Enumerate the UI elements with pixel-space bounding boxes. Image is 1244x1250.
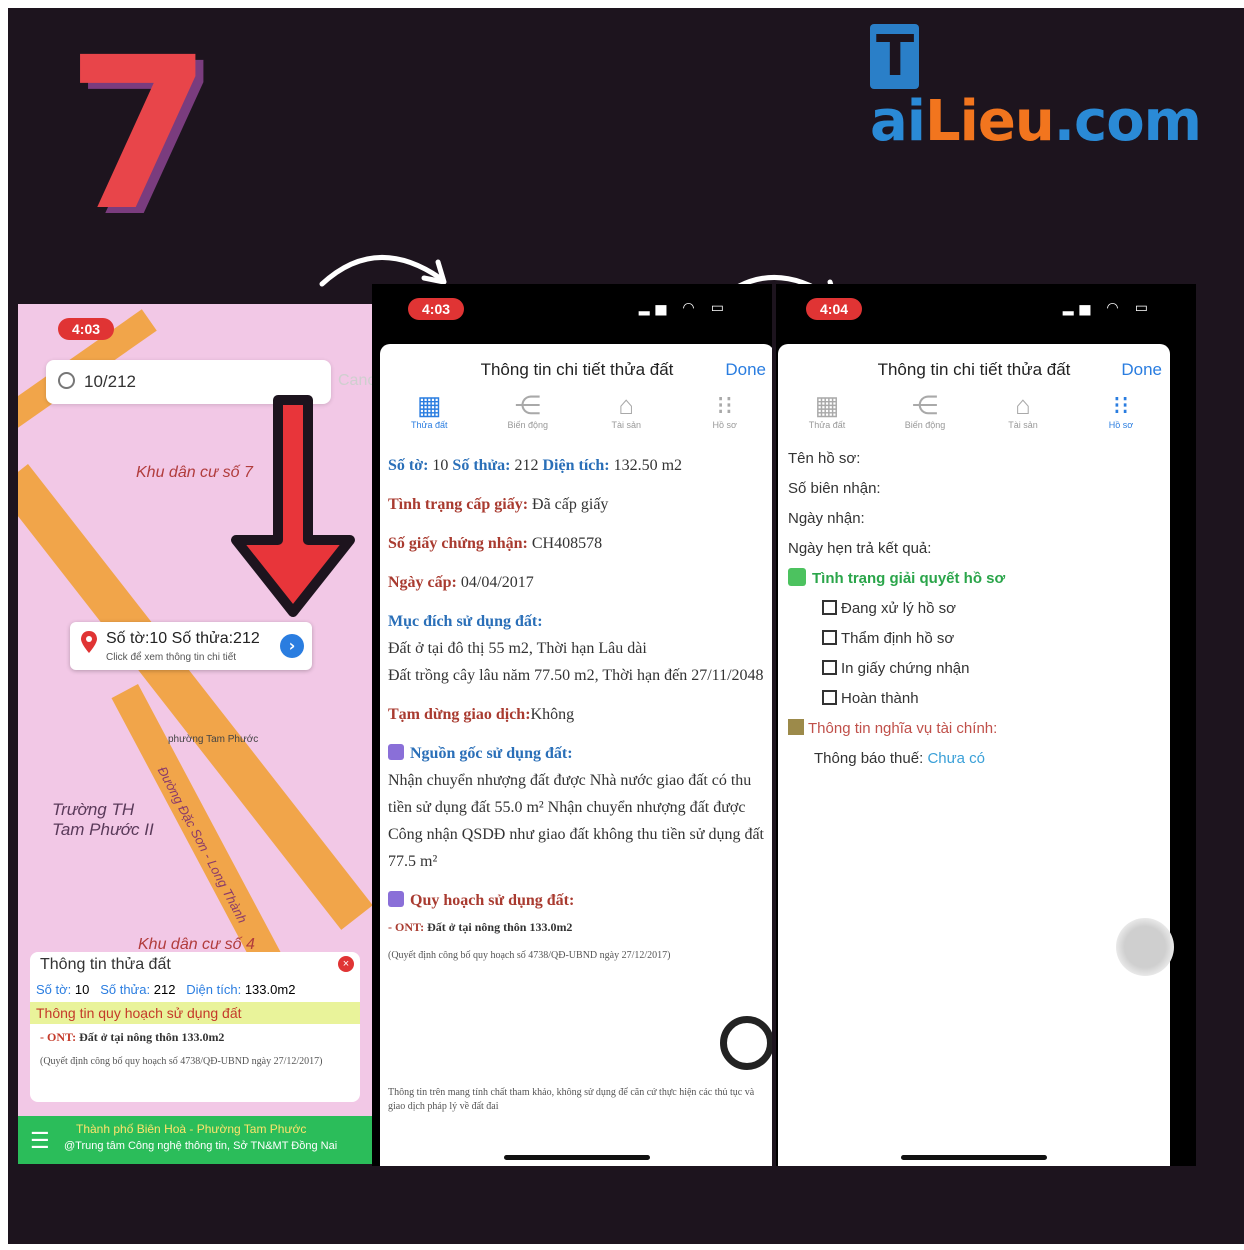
financial-obligation-label: Thông tin nghĩa vụ tài chính:: [788, 714, 1168, 744]
land-use-purpose-2: Đất trồng cây lâu năm 77.50 m2, Thời hạn…: [388, 667, 764, 684]
detail-card: Thông tin chi tiết thửa đất Done ▦ Thửa đ…: [380, 344, 772, 1166]
cancel-button[interactable]: Canc: [338, 372, 374, 390]
sheet-title: Thông tin thửa đất: [40, 956, 171, 973]
land-use-ont: - ONT: Đất ở tại nông thôn 133.0m2: [388, 920, 573, 934]
parcel-details: Số tờ: 10 Số thửa: 212 Diện tích: 132.50…: [388, 452, 772, 963]
status-time: 4:03: [408, 298, 465, 320]
step-checkbox: In giấy chứng nhận: [788, 654, 1168, 684]
planning-info-header: Thông tin quy hoạch sử dụng đất: [30, 1002, 360, 1024]
tab-tai-san[interactable]: ⌂ Tài sản: [596, 390, 656, 430]
bank-icon: [788, 719, 804, 735]
transaction-suspension: Tạm dừng giao dịch:Không: [388, 706, 575, 723]
parcel-popup[interactable]: Số tờ:10 Số thửa:212 Click để xem thông …: [70, 622, 312, 670]
tutorial-frame: 7 TaiLieu.com 4:03 10/212 Canc Khu dân c…: [8, 8, 1244, 1244]
tailieu-logo: TaiLieu.com: [870, 24, 1202, 154]
land-use-purpose-label: Mục đích sử dụng đất:: [388, 613, 543, 630]
land-use-ont: - ONT: Đất ở tại nông thôn 133.0m2: [40, 1030, 225, 1044]
house-icon: ⌂: [1015, 390, 1031, 420]
status-icons: ▂▅ ◠ ▭: [638, 300, 730, 316]
origin-icon: [388, 744, 404, 760]
assistive-touch-icon[interactable]: [720, 1016, 772, 1070]
done-button[interactable]: Done: [1121, 360, 1162, 380]
parcel-ids: Số tờ: 10 Số thửa: 212 Diện tích: 132.50…: [388, 457, 683, 474]
footer-location: Thành phố Biên Hoà - Phường Tam Phước: [76, 1122, 307, 1136]
grid-icon: ▦: [814, 390, 840, 420]
home-indicator: [504, 1155, 650, 1160]
grid-icon: ▦: [416, 390, 442, 420]
disclaimer: Thông tin trên mang tính chất tham khảo,…: [388, 1087, 755, 1112]
tab-tai-san[interactable]: ⌂ Tài sản: [993, 390, 1053, 430]
popup-title: Số tờ:10 Số thửa:212: [106, 630, 260, 647]
land-origin: Nhận chuyển nhượng đất được Nhà nước gia…: [388, 772, 764, 870]
tab-ho-so[interactable]: ⁝⁝ Hồ sơ: [1091, 390, 1151, 430]
detail-card: Thông tin chi tiết thửa đất Done ▦ Thửa đ…: [778, 344, 1174, 1166]
status-time: 4:03: [58, 318, 115, 340]
page-title: Thông tin chi tiết thửa đất: [480, 360, 674, 379]
hamburger-menu-icon[interactable]: ☰: [30, 1128, 50, 1154]
phone-detail-parcel: 4:03 ▂▅ ◠ ▭ Thông tin chi tiết thửa đất …: [372, 284, 772, 1166]
planning-decision: (Quyết định công bố quy hoạch số 4738/QĐ…: [40, 1056, 323, 1067]
tab-thua-dat[interactable]: ▦ Thửa đất: [797, 390, 857, 430]
issue-date: Ngày cấp: 04/04/2017: [388, 574, 534, 591]
land-planning-label: Quy hoạch sử dụng đất:: [388, 887, 772, 914]
checkbox-icon: [822, 600, 837, 615]
popup-hint: Click để xem thông tin chi tiết: [106, 652, 237, 663]
map-label: phường Tam Phước: [168, 734, 259, 745]
search-icon: [58, 372, 75, 389]
planning-decision: (Quyết định công bố quy hoạch số 4738/QĐ…: [388, 950, 671, 961]
receipt-number: Số biên nhận:: [788, 480, 881, 497]
nodes-icon: ⁝⁝: [716, 390, 734, 420]
parcel-info-sheet: Thông tin thửa đất × Số tờ: 10 Số thửa: …: [30, 952, 360, 1102]
checkbox-icon: [822, 660, 837, 675]
home-indicator: [901, 1155, 1047, 1160]
down-arrow-icon: [231, 395, 355, 617]
tab-bar: ▦ Thửa đất ⋲ Biến động ⌂ Tài sản ⁝⁝ Hồ sơ: [380, 390, 772, 430]
phone-map-screen: 4:03 10/212 Canc Khu dân cư số 7 Trường …: [18, 304, 374, 1164]
certificate-status: Tình trạng cấp giấy: Đã cấp giấy: [388, 496, 609, 513]
processing-status-label: Tình trạng giải quyết hồ sơ: [788, 564, 1168, 594]
record-name: Tên hồ sơ:: [788, 450, 861, 467]
app-footer: ☰ Thành phố Biên Hoà - Phường Tam Phước …: [18, 1116, 374, 1164]
planning-icon: [388, 891, 404, 907]
step-checkbox: Thẩm định hồ sơ: [788, 624, 1168, 654]
step-checkbox: Đang xử lý hồ sơ: [788, 594, 1168, 624]
tab-thua-dat[interactable]: ▦ Thửa đất: [399, 390, 459, 430]
tab-bien-dong[interactable]: ⋲ Biến động: [895, 390, 955, 430]
parcel-summary: Số tờ: 10 Số thửa: 212 Diện tích: 133.0m…: [36, 982, 296, 997]
land-origin-label: Nguồn gốc sử dụng đất:: [388, 740, 772, 767]
footer-credit: @Trung tâm Công nghệ thông tin, Sở TN&MT…: [64, 1140, 338, 1152]
status-icons: ▂▅ ◠ ▭: [1062, 300, 1154, 316]
assistive-touch-icon[interactable]: [1116, 918, 1174, 976]
received-date: Ngày nhận:: [788, 510, 865, 527]
step-number: 7: [66, 12, 213, 257]
done-button[interactable]: Done: [725, 360, 766, 380]
checkbox-icon: [822, 690, 837, 705]
map-label: Trường TH Tam Phước II: [52, 800, 154, 839]
page-title: Thông tin chi tiết thửa đất: [877, 360, 1071, 379]
tab-ho-so[interactable]: ⁝⁝ Hồ sơ: [695, 390, 755, 430]
tab-bar: ▦ Thửa đất ⋲ Biến động ⌂ Tài sản ⁝⁝ Hồ sơ: [778, 390, 1170, 430]
tax-notice: Thông báo thuế: Chưa có: [814, 750, 986, 767]
hierarchy-icon: ⋲: [912, 390, 938, 420]
land-use-purpose-1: Đất ở tại đô thị 55 m2, Thời hạn Lâu dài: [388, 640, 647, 657]
check-icon: [788, 568, 806, 586]
tab-bien-dong[interactable]: ⋲ Biến động: [498, 390, 558, 430]
record-details: Tên hồ sơ: Số biên nhận: Ngày nhận: Ngày…: [788, 444, 1168, 774]
map-pin-icon: [81, 631, 97, 653]
certificate-number: Số giấy chứng nhận: CH408578: [388, 535, 603, 552]
hierarchy-icon: ⋲: [514, 390, 541, 420]
status-time: 4:04: [806, 298, 863, 320]
due-date: Ngày hẹn trả kết quả:: [788, 540, 932, 557]
step-checkbox: Hoàn thành: [788, 684, 1168, 714]
checkbox-icon: [822, 630, 837, 645]
house-icon: ⌂: [618, 390, 635, 420]
close-icon[interactable]: ×: [338, 956, 354, 972]
phone-detail-record: 4:04 ▂▅ ◠ ▭ Thông tin chi tiết thửa đất …: [776, 284, 1196, 1166]
nodes-icon: ⁝⁝: [1112, 390, 1130, 420]
chevron-right-icon[interactable]: ›: [280, 634, 304, 658]
